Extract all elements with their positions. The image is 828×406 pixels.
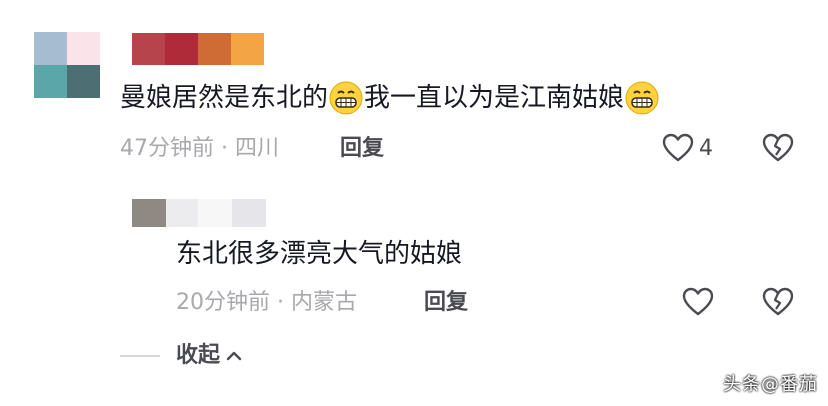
avatar-tile	[67, 32, 100, 65]
username-tile	[198, 33, 231, 65]
avatar-tile	[34, 65, 67, 98]
grinning-face-icon	[329, 81, 363, 115]
username-tile	[231, 33, 264, 65]
like-count: 4	[699, 136, 713, 161]
collapse-replies-button[interactable]: 收起	[176, 341, 242, 371]
like-heart-icon[interactable]	[662, 133, 694, 163]
reply-button[interactable]: 回复	[340, 134, 384, 164]
reply-button[interactable]: 回复	[424, 288, 468, 318]
grinning-face-icon	[625, 81, 659, 115]
avatar[interactable]	[34, 32, 100, 98]
reply-avatar[interactable]	[132, 199, 166, 227]
username-tile	[132, 33, 165, 65]
username-tile	[166, 199, 198, 227]
avatar-tile	[67, 65, 100, 98]
comment-text: 曼娘居然是东北的 我一直以为是江南姑娘	[120, 80, 660, 116]
watermark: 头条@番茄	[723, 374, 818, 395]
username-tile	[198, 199, 232, 227]
divider	[120, 355, 160, 357]
username-tile	[165, 33, 198, 65]
reply-username[interactable]	[166, 199, 266, 227]
chevron-up-icon	[226, 351, 242, 361]
username[interactable]	[132, 33, 264, 65]
reply-timestamp-location: 20分钟前 · 内蒙古	[176, 290, 357, 315]
avatar-tile	[34, 32, 67, 65]
dislike-broken-heart-icon[interactable]	[762, 287, 794, 317]
dislike-broken-heart-icon[interactable]	[762, 133, 794, 163]
collapse-label: 收起	[176, 343, 221, 368]
comment-timestamp-location: 47分钟前 · 四川	[120, 136, 279, 161]
comment-text-part: 曼娘居然是东北的	[120, 83, 329, 113]
comment-text-part: 我一直以为是江南姑娘	[364, 83, 625, 113]
like-heart-icon[interactable]	[682, 287, 714, 317]
reply-comment-text: 东北很多漂亮大气的姑娘	[176, 239, 463, 269]
username-tile	[232, 199, 266, 227]
